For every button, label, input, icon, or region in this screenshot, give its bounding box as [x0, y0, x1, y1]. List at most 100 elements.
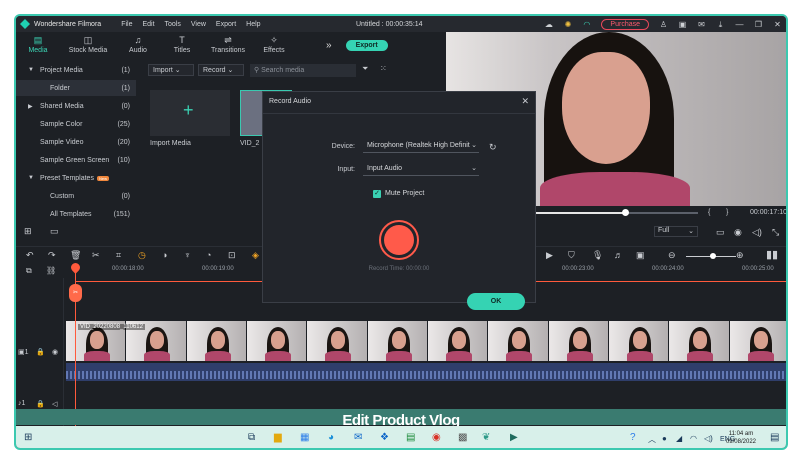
split-icon[interactable]: ✂	[92, 250, 100, 261]
render-icon[interactable]: ▶	[546, 250, 553, 261]
fullscreen-icon[interactable]: ⤡	[772, 227, 779, 238]
sidebar-item-preset-templates[interactable]: ▼ Preset Templates New	[16, 170, 136, 186]
sidebar-item-sample-color[interactable]: Sample Color (25)	[16, 116, 136, 132]
link-icon[interactable]: ⛓	[46, 266, 56, 275]
sidebar-item-sample-green-screen[interactable]: Sample Green Screen (10)	[16, 152, 136, 168]
close-icon[interactable]: ✕	[521, 96, 529, 107]
zoom-handle[interactable]	[710, 253, 716, 259]
grid-view-icon[interactable]: ⁙	[380, 64, 387, 73]
video-track-clip[interactable]	[66, 321, 786, 361]
volume-icon[interactable]: ◁)	[752, 227, 762, 238]
notifications-icon[interactable]: ▤	[770, 432, 779, 443]
snapshot-icon[interactable]: ◉	[734, 227, 742, 238]
menu-file[interactable]: File	[121, 21, 132, 28]
close-icon[interactable]: ✕	[773, 20, 782, 29]
layout-icon[interactable]: ▮▮	[766, 248, 778, 261]
sidebar-item-sample-video[interactable]: Sample Video (20)	[16, 134, 136, 150]
download-icon[interactable]: ⤓	[716, 20, 725, 29]
speed-icon[interactable]: ◷	[138, 250, 146, 261]
sidebar-item-custom[interactable]: Custom (0)	[16, 188, 136, 204]
lock-icon[interactable]: 🔒	[36, 348, 45, 356]
mail-icon[interactable]: ✉	[697, 20, 706, 29]
monitor-icon[interactable]: ▭	[716, 227, 725, 238]
menu-help[interactable]: Help	[246, 21, 260, 28]
zoom-in-icon[interactable]: ⊕	[736, 250, 744, 261]
tab-titles[interactable]: T Titles	[160, 32, 204, 58]
delete-icon[interactable]: 🗑	[70, 250, 81, 261]
collapse-arrow-icon[interactable]: ▼	[28, 175, 34, 181]
import-dropdown[interactable]: Import ⌄	[148, 64, 194, 76]
speaker-icon[interactable]: ◁	[52, 400, 57, 408]
undo-icon[interactable]: ↶	[26, 250, 34, 261]
dropbox-icon[interactable]: ❖	[380, 432, 389, 443]
app-icon[interactable]: ▩	[458, 432, 467, 443]
bulb-icon[interactable]: ✺	[563, 20, 572, 29]
playback-scrubber[interactable]	[532, 212, 698, 214]
menu-export[interactable]: Export	[216, 21, 236, 28]
ok-button[interactable]: OK	[467, 293, 525, 310]
filter-icon[interactable]: ⏷	[362, 64, 368, 74]
purchase-button[interactable]: Purchase	[601, 18, 649, 30]
feather-icon[interactable]: ❦	[482, 432, 490, 443]
filmora-taskbar-icon[interactable]: ▶	[510, 432, 518, 443]
task-view-icon[interactable]: ⧉	[248, 432, 255, 443]
record-button[interactable]	[384, 225, 414, 255]
chevron-up-icon[interactable]: ︿	[648, 434, 656, 445]
tab-media[interactable]: ▤ Media	[16, 32, 60, 58]
scissors-marker-icon[interactable]: ✂	[69, 284, 82, 302]
zoom-out-icon[interactable]: ⊖	[668, 250, 676, 261]
add-track-icon[interactable]: ⧉	[26, 266, 32, 276]
chrome-icon[interactable]: ◉	[432, 432, 441, 443]
expand-arrow-icon[interactable]: ▶	[28, 103, 33, 110]
new-folder-icon[interactable]: ⊞	[24, 226, 32, 237]
microphone-icon[interactable]: 🎙	[592, 250, 603, 261]
menu-edit[interactable]: Edit	[142, 21, 154, 28]
wifi-icon[interactable]: ◠	[690, 434, 697, 443]
duration-icon[interactable]: ◔	[206, 250, 211, 260]
mark-in-icon[interactable]: {	[708, 209, 710, 216]
quality-select[interactable]: Full ⌄	[654, 226, 698, 237]
lock-icon[interactable]: 🔒	[36, 400, 45, 408]
snapshot-frame-icon[interactable]: ▣	[636, 250, 645, 261]
account-icon[interactable]: ♙	[659, 20, 668, 29]
folder-outline-icon[interactable]: ▭	[50, 226, 59, 237]
export-button[interactable]: Export	[345, 39, 388, 51]
cloud-icon[interactable]: ☁	[544, 20, 553, 29]
maximize-icon[interactable]: ❐	[754, 20, 763, 29]
shield-icon[interactable]: ⛉	[568, 250, 575, 261]
device-select[interactable]: Microphone (Realtek High Definit ⌄	[363, 140, 479, 153]
sidebar-item-all-templates[interactable]: All Templates (151)	[16, 206, 136, 222]
spreadsheet-icon[interactable]: ▤	[406, 432, 415, 443]
audio-track-clip[interactable]	[66, 363, 786, 381]
microphone-tray-icon[interactable]: ●	[662, 434, 667, 443]
tab-effects[interactable]: ✧ Effects	[252, 32, 296, 58]
menu-view[interactable]: View	[191, 21, 206, 28]
tab-transitions[interactable]: ⇌ Transitions	[204, 32, 252, 58]
file-explorer-icon[interactable]: ▆	[274, 432, 282, 443]
search-input[interactable]: ⚲ Search media	[250, 64, 356, 77]
tab-stock-media[interactable]: ◫ Stock Media	[60, 32, 116, 58]
color-icon[interactable]: ◑	[162, 250, 167, 260]
collapse-arrow-icon[interactable]: ▼	[28, 67, 34, 73]
stabilize-icon[interactable]: ⊡	[228, 250, 236, 261]
keyframe-icon[interactable]: ◈	[252, 250, 259, 261]
tab-audio[interactable]: ♫ Audio	[116, 32, 160, 58]
sidebar-item-shared-media[interactable]: ▶ Shared Media (0)	[16, 98, 136, 114]
mail-app-icon[interactable]: ✉	[354, 432, 362, 443]
network-icon[interactable]: ◢	[676, 434, 682, 443]
sidebar-item-folder[interactable]: Folder (1)	[16, 80, 136, 96]
record-dropdown[interactable]: Record ⌄	[198, 64, 244, 76]
headset-icon[interactable]: ◠	[582, 20, 591, 29]
windows-start-icon[interactable]: ⊞	[24, 432, 32, 443]
mute-project-checkbox[interactable]: ✓	[373, 190, 381, 198]
audio-mixer-icon[interactable]: ♆	[184, 250, 191, 260]
import-media-tile[interactable]: +	[150, 90, 230, 136]
eye-icon[interactable]: ◉	[52, 348, 58, 356]
crop-icon[interactable]: ⌗	[116, 250, 121, 261]
more-tabs-icon[interactable]: »	[326, 40, 332, 51]
input-select[interactable]: Input Audio ⌄	[363, 163, 479, 176]
redo-icon[interactable]: ↷	[48, 250, 56, 261]
scrubber-handle[interactable]	[621, 209, 629, 216]
menu-tools[interactable]: Tools	[165, 21, 181, 28]
sidebar-item-project-media[interactable]: ▼ Project Media (1)	[16, 62, 136, 78]
